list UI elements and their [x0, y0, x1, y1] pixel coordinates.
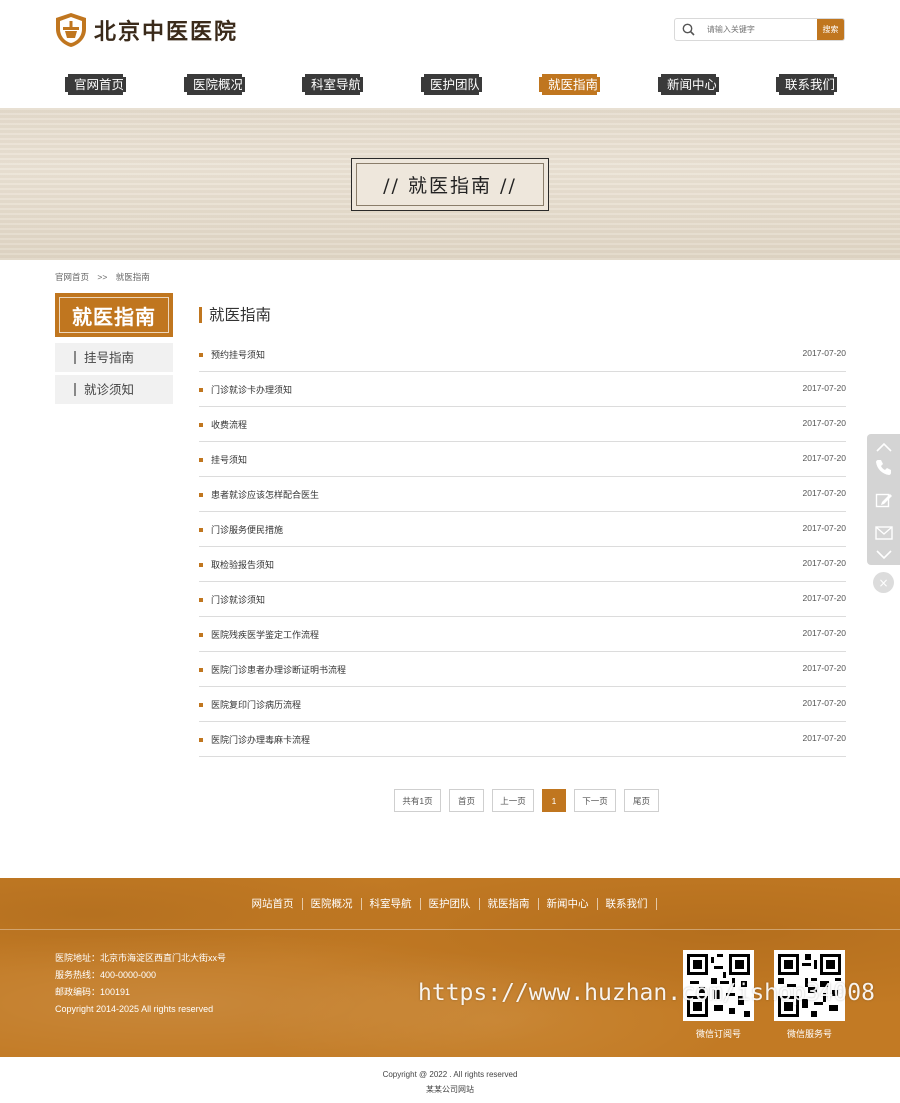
footer-link-departments[interactable]: 科室导航: [362, 898, 421, 910]
list-item[interactable]: 挂号须知 2017-07-20: [199, 442, 846, 477]
phone-icon[interactable]: [867, 456, 900, 478]
article-date: 2017-07-20: [802, 383, 846, 393]
chevron-down-icon[interactable]: [867, 547, 900, 563]
breadcrumb-home[interactable]: 官网首页: [55, 272, 89, 282]
sidebar-item-label: 挂号指南: [84, 350, 135, 365]
list-item[interactable]: 医院残疾医学鉴定工作流程 2017-07-20: [199, 617, 846, 652]
article-date: 2017-07-20: [802, 628, 846, 638]
search-input[interactable]: [702, 19, 817, 40]
pager-first-button[interactable]: 首页: [449, 789, 484, 812]
nav-item-about[interactable]: 医院概况: [184, 74, 245, 95]
article-date: 2017-07-20: [802, 593, 846, 603]
article-title[interactable]: 医院复印门诊病历流程: [211, 698, 301, 711]
qr-label-subscription: 微信订阅号: [695, 1030, 741, 1040]
footer-contact-info: 医院地址：北京市海淀区西直门北大街xx号 服务热线：400-0000-000 邮…: [55, 950, 226, 1018]
shield-logo-icon: [56, 13, 86, 47]
sidebar-item-registration[interactable]: 挂号指南: [55, 343, 173, 372]
article-title[interactable]: 预约挂号须知: [211, 348, 265, 361]
edit-icon[interactable]: [867, 489, 900, 511]
chevron-up-icon[interactable]: [867, 438, 900, 456]
article-title[interactable]: 门诊就诊须知: [211, 593, 265, 606]
article-title[interactable]: 医院残疾医学鉴定工作流程: [211, 628, 319, 641]
article-date: 2017-07-20: [802, 663, 846, 673]
footer-link-about[interactable]: 医院概况: [303, 898, 362, 910]
list-item[interactable]: 门诊服务便民措施 2017-07-20: [199, 512, 846, 547]
footer-link-home[interactable]: 网站首页: [244, 898, 303, 910]
article-title[interactable]: 患者就诊应该怎样配合医生: [211, 488, 319, 501]
list-item[interactable]: 门诊就诊卡办理须知 2017-07-20: [199, 372, 846, 407]
watermark-text: https://www.huzhan.com/ishop34008: [418, 980, 875, 1006]
article-date: 2017-07-20: [802, 523, 846, 533]
logo-text: 北京中医医院: [94, 19, 239, 45]
article-date: 2017-07-20: [802, 418, 846, 428]
pagination: 共有1页 首页 上一页 1 下一页 尾页: [394, 789, 667, 812]
nav-item-departments[interactable]: 科室导航: [302, 74, 363, 95]
footer-link-news[interactable]: 新闻中心: [539, 898, 598, 910]
pager-prev-button[interactable]: 上一页: [492, 789, 534, 812]
list-item[interactable]: 医院门诊患者办理诊断证明书流程 2017-07-20: [199, 652, 846, 687]
bottom-bar: Copyright @ 2022 . All rights reserved 某…: [0, 1057, 900, 1103]
nav-item-guide[interactable]: 就医指南: [539, 74, 600, 95]
footer-link-team[interactable]: 医护团队: [421, 898, 480, 910]
list-item[interactable]: 医院复印门诊病历流程 2017-07-20: [199, 687, 846, 722]
footer-hotline: 服务热线：400-0000-000: [55, 970, 157, 980]
footer-link-contact[interactable]: 联系我们: [598, 898, 657, 910]
footer-copyright: Copyright 2014-2025 All rights reserved: [55, 1004, 214, 1014]
list-item[interactable]: 取检验报告须知 2017-07-20: [199, 547, 846, 582]
sidebar-title: 就医指南: [55, 293, 173, 337]
nav-item-contact[interactable]: 联系我们: [776, 74, 837, 95]
article-title[interactable]: 挂号须知: [211, 453, 247, 466]
article-date: 2017-07-20: [802, 453, 846, 463]
nav-item-home[interactable]: 官网首页: [65, 74, 126, 95]
breadcrumb-separator: >>: [97, 272, 108, 282]
qr-label-service: 微信服务号: [786, 1030, 832, 1040]
list-item[interactable]: 医院门诊办理毒麻卡流程 2017-07-20: [199, 722, 846, 757]
footer-link-guide[interactable]: 就医指南: [480, 898, 539, 910]
search-button[interactable]: 搜索: [816, 19, 844, 40]
sidebar-item-label: 就诊须知: [84, 382, 135, 397]
list-item[interactable]: 收费流程 2017-07-20: [199, 407, 846, 442]
article-title[interactable]: 收费流程: [211, 418, 247, 431]
article-date: 2017-07-20: [802, 348, 846, 358]
close-icon[interactable]: ×: [873, 572, 894, 593]
article-title[interactable]: 取检验报告须知: [211, 558, 274, 571]
floating-contact-bar: [867, 434, 900, 565]
sidebar-item-notice[interactable]: 就诊须知: [55, 375, 173, 404]
breadcrumb-current: 就医指南: [115, 272, 150, 282]
article-title[interactable]: 医院门诊办理毒麻卡流程: [211, 733, 310, 746]
pager-total: 共有1页: [394, 789, 441, 812]
nav-item-news[interactable]: 新闻中心: [658, 74, 719, 95]
list-item[interactable]: 预约挂号须知 2017-07-20: [199, 337, 846, 372]
list-item[interactable]: 患者就诊应该怎样配合医生 2017-07-20: [199, 477, 846, 512]
banner-title-box: // 就医指南 //: [351, 158, 549, 211]
search-bar: 搜索: [674, 18, 845, 41]
pager-next-button[interactable]: 下一页: [574, 789, 616, 812]
article-date: 2017-07-20: [802, 733, 846, 743]
article-list: 预约挂号须知 2017-07-20 门诊就诊卡办理须知 2017-07-20 收费流…: [199, 337, 846, 757]
breadcrumb: 官网首页 >> 就医指南: [55, 271, 156, 283]
article-title[interactable]: 医院门诊患者办理诊断证明书流程: [211, 663, 346, 676]
article-date: 2017-07-20: [802, 488, 846, 498]
banner-title: // 就医指南 //: [383, 175, 517, 197]
nav-item-team[interactable]: 医护团队: [421, 74, 482, 95]
main-nav: 官网首页 医院概况 科室导航 医护团队 就医指南 新闻中心 联系我们: [54, 74, 846, 96]
site-logo[interactable]: 北京中医医院: [54, 12, 238, 48]
mail-icon[interactable]: [867, 522, 900, 544]
bottom-copyright: Copyright @ 2022 . All rights reserved: [382, 1070, 518, 1079]
pager-current-page[interactable]: 1: [542, 789, 566, 812]
footer-nav: 网站首页 医院概况 科室导航 医护团队 就医指南 新闻中心 联系我们: [0, 898, 900, 910]
article-date: 2017-07-20: [802, 698, 846, 708]
search-icon[interactable]: [675, 19, 703, 40]
article-date: 2017-07-20: [802, 558, 846, 568]
footer-divider: [0, 929, 900, 930]
article-title[interactable]: 门诊就诊卡办理须知: [211, 383, 292, 396]
list-item[interactable]: 门诊就诊须知 2017-07-20: [199, 582, 846, 617]
article-title[interactable]: 门诊服务便民措施: [211, 523, 283, 536]
footer-address: 医院地址：北京市海淀区西直门北大街xx号: [55, 953, 227, 963]
pager-last-button[interactable]: 尾页: [624, 789, 659, 812]
main-title: 就医指南: [199, 305, 271, 325]
bottom-site-name[interactable]: 某某公司网站: [0, 1082, 900, 1097]
footer-postcode: 邮政编码：100191: [55, 987, 131, 997]
